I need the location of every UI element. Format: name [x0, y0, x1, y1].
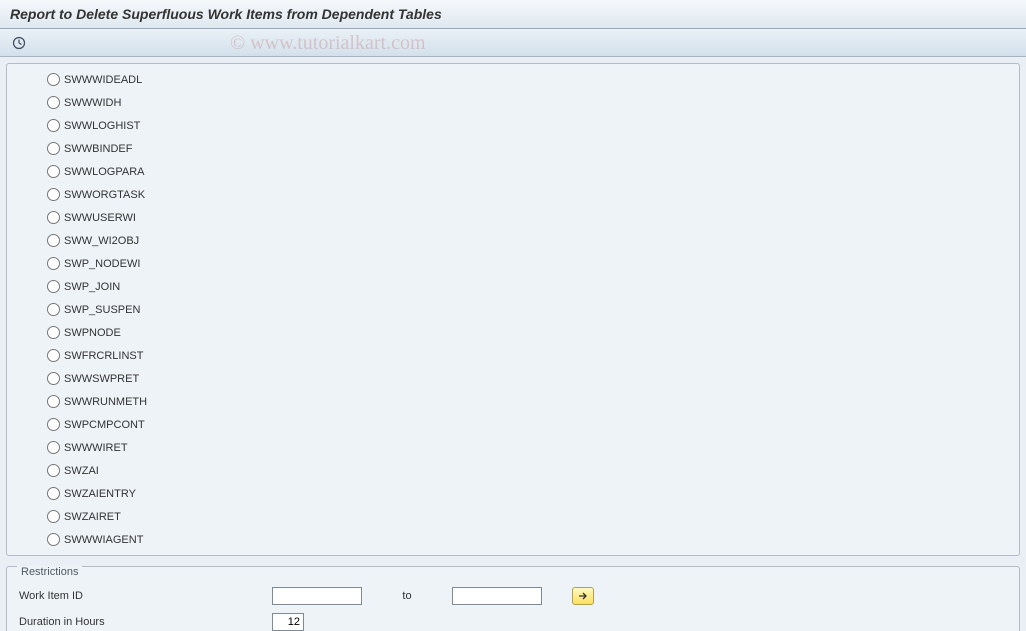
radio-row: SWW_WI2OBJ — [47, 229, 1009, 252]
work-item-id-to-input[interactable] — [452, 587, 542, 605]
radio-row: SWFRCRLINST — [47, 344, 1009, 367]
table-radio[interactable] — [47, 280, 60, 293]
table-radio-label: SWZAIRET — [64, 511, 121, 523]
radio-row: SWWUSERWI — [47, 206, 1009, 229]
table-radio[interactable] — [47, 165, 60, 178]
table-radio[interactable] — [47, 418, 60, 431]
table-radio[interactable] — [47, 441, 60, 454]
radio-row: SWPCMPCONT — [47, 413, 1009, 436]
work-item-id-label: Work Item ID — [17, 590, 272, 602]
radio-row: SWWRUNMETH — [47, 390, 1009, 413]
table-radio-label: SWWUSERWI — [64, 212, 136, 224]
to-label: to — [362, 590, 452, 602]
radio-row: SWWWIAGENT — [47, 528, 1009, 551]
table-selection-panel: SWWWIDEADL SWWWIDH SWWLOGHIST SWWBINDEF SWWL… — [6, 63, 1020, 556]
table-radio-label: SWWWIDEADL — [64, 74, 142, 86]
table-radio[interactable] — [47, 326, 60, 339]
duration-label: Duration in Hours — [17, 616, 272, 628]
work-item-id-row: Work Item ID to — [17, 583, 1009, 609]
execute-button[interactable] — [8, 33, 30, 53]
table-radio-label: SWZAI — [64, 465, 99, 477]
arrow-right-icon — [578, 591, 588, 601]
table-radio[interactable] — [47, 487, 60, 500]
table-radio-label: SWWWIRET — [64, 442, 128, 454]
clock-icon — [12, 36, 26, 50]
table-radio-label: SWWBINDEF — [64, 143, 132, 155]
table-radio[interactable] — [47, 510, 60, 523]
radio-row: SWWSWPRET — [47, 367, 1009, 390]
page-title: Report to Delete Superfluous Work Items … — [10, 6, 442, 22]
restrictions-group: Restrictions Work Item ID to Duration in… — [6, 566, 1020, 631]
table-radio[interactable] — [47, 372, 60, 385]
table-radio[interactable] — [47, 73, 60, 86]
table-radio[interactable] — [47, 533, 60, 546]
table-radio[interactable] — [47, 257, 60, 270]
table-radio-label: SWP_JOIN — [64, 281, 120, 293]
radio-row: SWWWIDH — [47, 91, 1009, 114]
radio-row: SWWWIDEADL — [47, 68, 1009, 91]
table-radio[interactable] — [47, 188, 60, 201]
radio-row: SWPNODE — [47, 321, 1009, 344]
table-radio-label: SWWLOGHIST — [64, 120, 140, 132]
table-radio-label: SWW_WI2OBJ — [64, 235, 139, 247]
table-radio[interactable] — [47, 395, 60, 408]
toolbar — [0, 29, 1026, 57]
multiple-selection-button[interactable] — [572, 587, 594, 605]
table-radio-label: SWPNODE — [64, 327, 121, 339]
table-radio-label: SWWRUNMETH — [64, 396, 147, 408]
radio-row: SWZAI — [47, 459, 1009, 482]
radio-row: SWWWIRET — [47, 436, 1009, 459]
table-radio[interactable] — [47, 303, 60, 316]
table-radio-label: SWP_NODEWI — [64, 258, 140, 270]
radio-row: SWZAIENTRY — [47, 482, 1009, 505]
table-radio[interactable] — [47, 119, 60, 132]
radio-row: SWP_JOIN — [47, 275, 1009, 298]
table-radio-label: SWWWIAGENT — [64, 534, 143, 546]
table-radio-label: SWP_SUSPEN — [64, 304, 140, 316]
radio-row: SWWLOGHIST — [47, 114, 1009, 137]
table-radio-label: SWFRCRLINST — [64, 350, 143, 362]
table-radio-label: SWWWIDH — [64, 97, 121, 109]
table-radio[interactable] — [47, 211, 60, 224]
content-area: SWWWIDEADL SWWWIDH SWWLOGHIST SWWBINDEF SWWL… — [0, 57, 1026, 631]
table-radio-label: SWWORGTASK — [64, 189, 145, 201]
restrictions-label: Restrictions — [17, 566, 82, 578]
radio-row: SWWLOGPARA — [47, 160, 1009, 183]
table-radio-label: SWPCMPCONT — [64, 419, 145, 431]
radio-row: SWWORGTASK — [47, 183, 1009, 206]
duration-input[interactable] — [272, 613, 304, 631]
radio-row: SWP_SUSPEN — [47, 298, 1009, 321]
table-radio[interactable] — [47, 349, 60, 362]
work-item-id-from-input[interactable] — [272, 587, 362, 605]
title-bar: Report to Delete Superfluous Work Items … — [0, 0, 1026, 29]
table-radio[interactable] — [47, 142, 60, 155]
table-radio[interactable] — [47, 96, 60, 109]
table-radio-label: SWWSWPRET — [64, 373, 139, 385]
table-radio-label: SWZAIENTRY — [64, 488, 136, 500]
table-radio[interactable] — [47, 464, 60, 477]
table-radio-label: SWWLOGPARA — [64, 166, 144, 178]
table-radio[interactable] — [47, 234, 60, 247]
radio-row: SWP_NODEWI — [47, 252, 1009, 275]
radio-row: SWWBINDEF — [47, 137, 1009, 160]
radio-row: SWZAIRET — [47, 505, 1009, 528]
